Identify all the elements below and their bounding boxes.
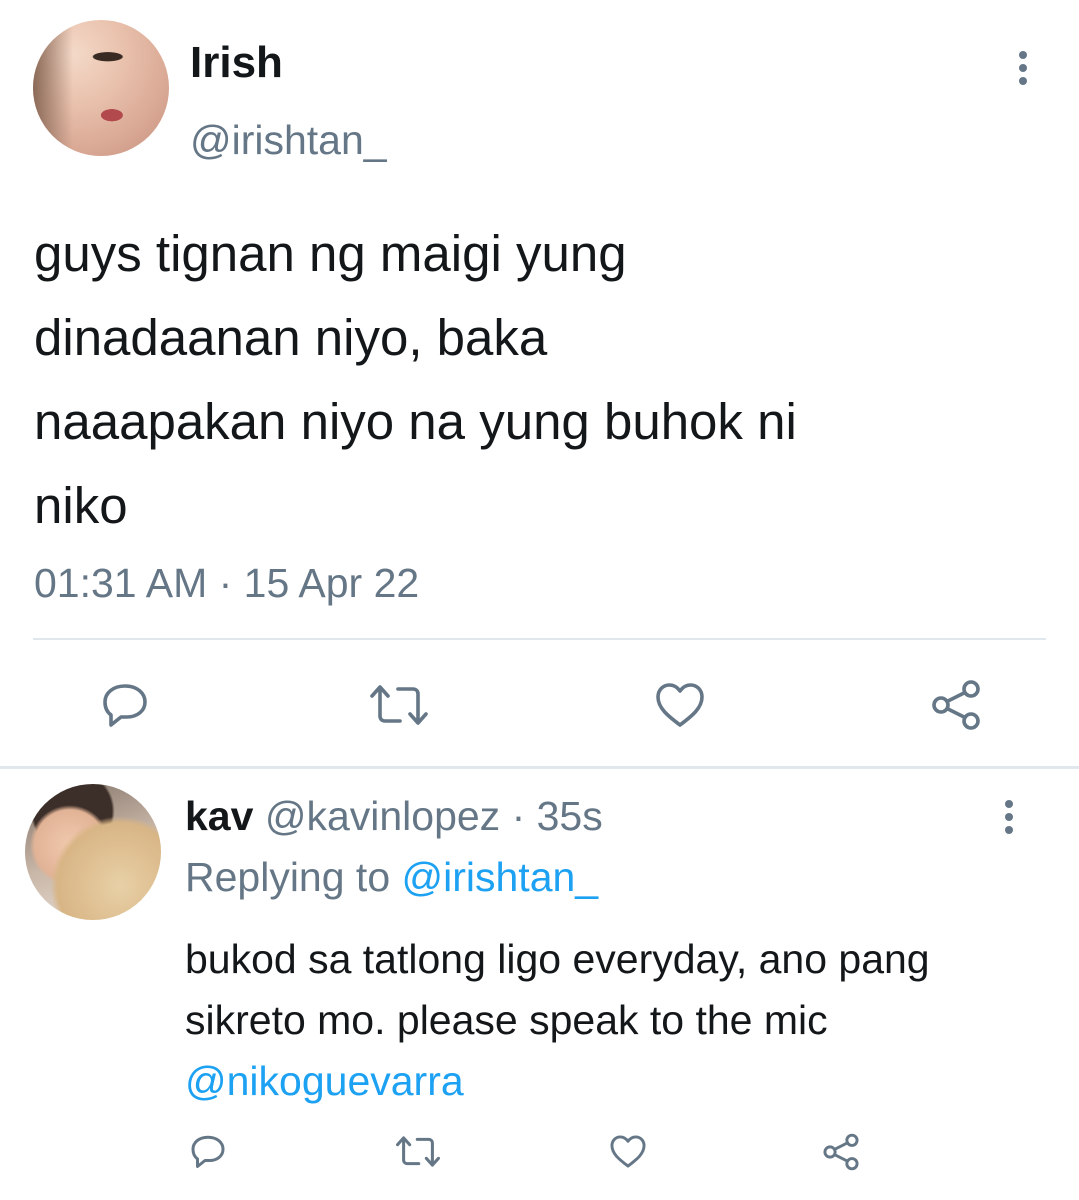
reply-button[interactable] [98,680,152,730]
author-handle[interactable]: @irishtan_ [190,117,387,164]
heart-icon [656,683,704,727]
reply-reply-button[interactable] [188,1131,228,1171]
share-button[interactable] [928,678,984,732]
reply-more-options-icon[interactable] [996,797,1022,837]
reply-retweet-button[interactable] [392,1131,444,1171]
tweet-timestamp[interactable]: 01:31 AM · 15 Apr 22 [34,560,419,607]
more-options-icon[interactable] [1010,48,1036,88]
reply-icon [191,1135,225,1168]
replying-to-link[interactable]: @irishtan_ [402,854,599,900]
replying-to-label: Replying to [185,854,402,900]
mention-link[interactable]: @nikoguevarra [185,1058,464,1104]
reply-share-button[interactable] [820,1131,862,1173]
main-tweet: Irish @irishtan_ guys tignan ng maigi yu… [0,0,1079,768]
heart-icon [610,1134,646,1168]
reply-time[interactable]: 35s [537,793,603,839]
reply-icon [103,684,147,727]
author-display-name[interactable]: Irish [190,38,283,88]
tweet-text: guys tignan ng maigi yung dinadaanan niy… [34,225,797,534]
retweet-icon [396,1135,440,1167]
retweet-icon [370,685,428,725]
divider [33,638,1046,640]
reply-like-button[interactable] [608,1131,648,1171]
like-button[interactable] [653,680,707,730]
reply-text-body: bukod sa tatlong ligo everyday, ano pang… [185,936,930,1043]
reply-header: kav @kavinlopez · 35s [185,793,603,840]
reply-author-avatar[interactable] [25,784,161,920]
reply-tweet[interactable]: kav @kavinlopez · 35s Replying to @irish… [0,769,1079,1200]
reply-text: bukod sa tatlong ligo everyday, ano pang… [185,929,1045,1112]
retweet-button[interactable] [364,680,434,730]
reply-separator: · [500,793,537,839]
reply-handle[interactable]: @kavinlopez [265,793,500,839]
replying-to: Replying to @irishtan_ [185,854,598,901]
reply-display-name[interactable]: kav [185,793,253,839]
share-icon [823,1133,859,1171]
share-icon [932,680,980,730]
author-avatar[interactable] [33,20,169,156]
